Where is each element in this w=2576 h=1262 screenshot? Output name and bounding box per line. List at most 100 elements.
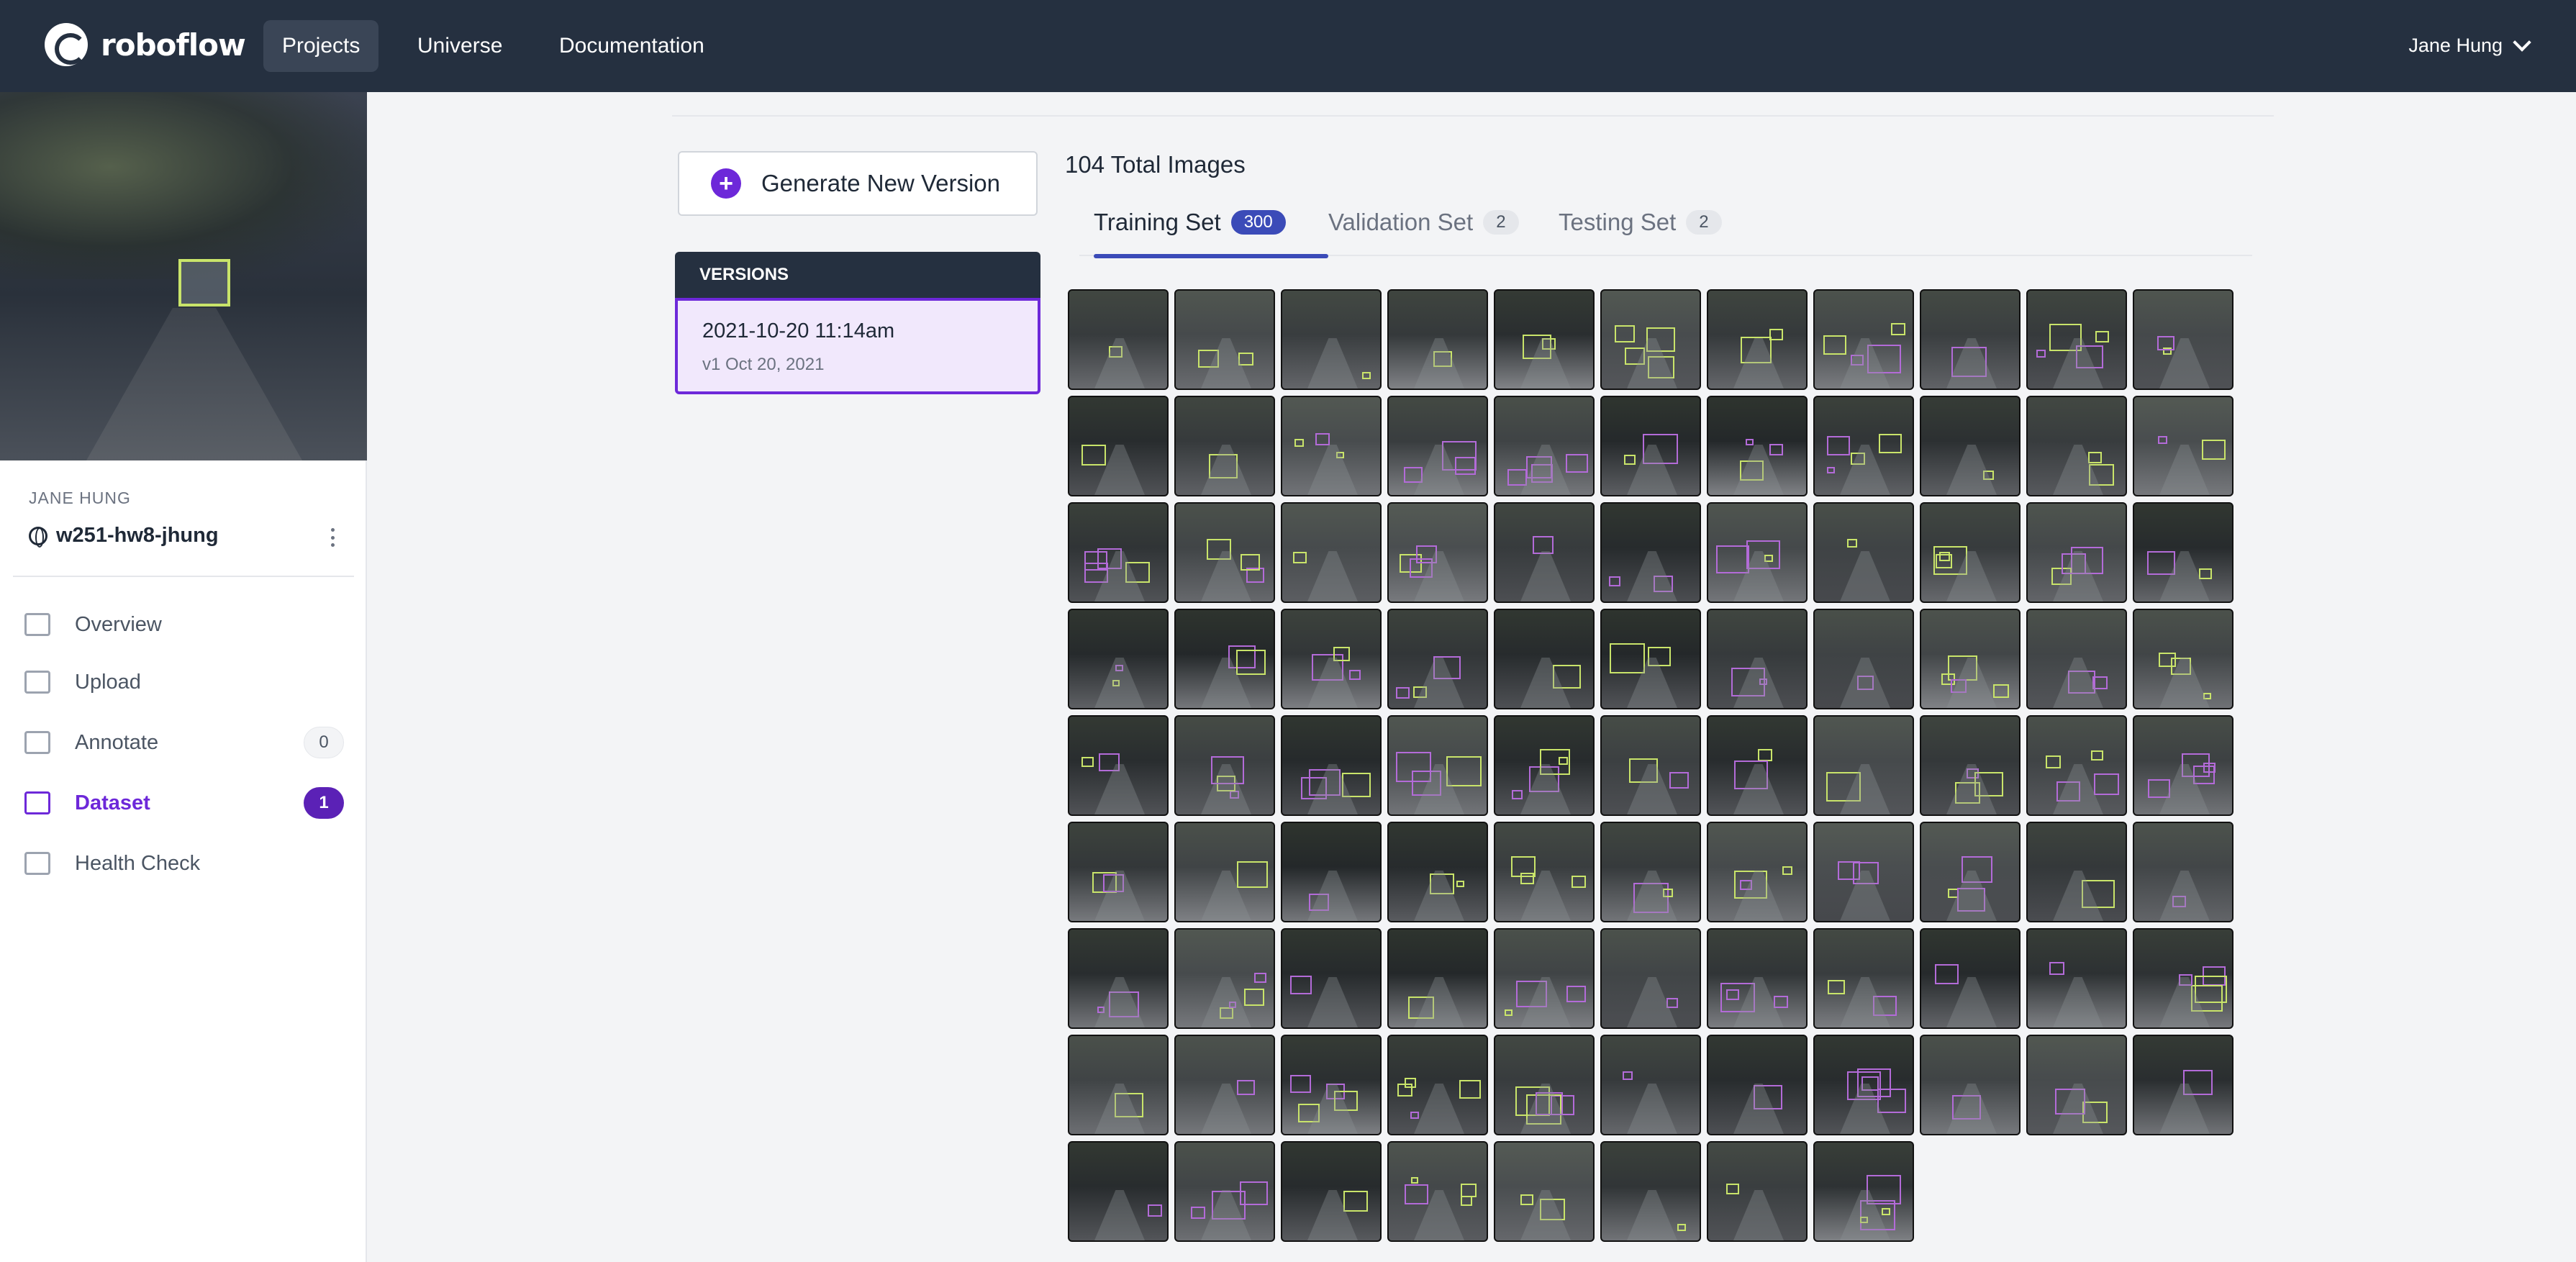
dataset-image-thumbnail[interactable] — [1707, 1035, 1808, 1135]
dataset-image-thumbnail[interactable] — [1174, 1141, 1275, 1242]
dataset-image-thumbnail[interactable] — [1813, 1141, 1914, 1242]
dataset-image-thumbnail[interactable] — [2026, 1035, 2127, 1135]
dataset-image-thumbnail[interactable] — [1600, 822, 1701, 922]
dataset-image-thumbnail[interactable] — [1387, 1035, 1488, 1135]
dataset-image-thumbnail[interactable] — [1387, 396, 1488, 496]
dataset-image-thumbnail[interactable] — [1920, 396, 2021, 496]
dataset-image-thumbnail[interactable] — [1068, 289, 1169, 390]
dataset-image-thumbnail[interactable] — [1600, 1035, 1701, 1135]
dataset-image-thumbnail[interactable] — [1813, 822, 1914, 922]
dataset-image-thumbnail[interactable] — [1813, 396, 1914, 496]
dataset-image-thumbnail[interactable] — [1174, 928, 1275, 1029]
dataset-image-thumbnail[interactable] — [1600, 502, 1701, 603]
dataset-image-thumbnail[interactable] — [1387, 289, 1488, 390]
dataset-image-thumbnail[interactable] — [1707, 396, 1808, 496]
generate-new-version-button[interactable]: + Generate New Version — [678, 151, 1038, 216]
dataset-image-thumbnail[interactable] — [2133, 715, 2233, 816]
dataset-image-thumbnail[interactable] — [1068, 609, 1169, 709]
dataset-image-thumbnail[interactable] — [1813, 502, 1914, 603]
dataset-image-thumbnail[interactable] — [1174, 502, 1275, 603]
dataset-image-thumbnail[interactable] — [1387, 715, 1488, 816]
dataset-image-thumbnail[interactable] — [1707, 502, 1808, 603]
dataset-image-thumbnail[interactable] — [1174, 822, 1275, 922]
dataset-image-thumbnail[interactable] — [1494, 822, 1595, 922]
dataset-image-thumbnail[interactable] — [1707, 928, 1808, 1029]
tab-validation-set[interactable]: Validation Set 2 — [1328, 209, 1519, 256]
dataset-image-thumbnail[interactable] — [1600, 928, 1701, 1029]
tab-testing-set[interactable]: Testing Set 2 — [1559, 209, 1722, 256]
dataset-image-thumbnail[interactable] — [1387, 1141, 1488, 1242]
dataset-image-thumbnail[interactable] — [1707, 822, 1808, 922]
dataset-image-thumbnail[interactable] — [1281, 396, 1382, 496]
dataset-image-thumbnail[interactable] — [1281, 609, 1382, 709]
roboflow-logo[interactable]: roboflow — [45, 23, 246, 66]
dataset-image-thumbnail[interactable] — [1494, 502, 1595, 603]
dataset-image-thumbnail[interactable] — [1174, 1035, 1275, 1135]
dataset-image-thumbnail[interactable] — [1920, 502, 2021, 603]
dataset-image-thumbnail[interactable] — [2133, 396, 2233, 496]
dataset-image-thumbnail[interactable] — [1920, 928, 2021, 1029]
sidebar-item-health-check[interactable]: Health Check — [24, 842, 344, 885]
dataset-image-thumbnail[interactable] — [2026, 715, 2127, 816]
dataset-image-thumbnail[interactable] — [2133, 928, 2233, 1029]
dataset-image-thumbnail[interactable] — [2133, 502, 2233, 603]
dataset-image-thumbnail[interactable] — [1174, 396, 1275, 496]
dataset-image-thumbnail[interactable] — [1707, 1141, 1808, 1242]
dataset-image-thumbnail[interactable] — [1920, 609, 2021, 709]
dataset-image-thumbnail[interactable] — [1600, 609, 1701, 709]
dataset-image-thumbnail[interactable] — [1707, 715, 1808, 816]
dataset-image-thumbnail[interactable] — [1281, 1141, 1382, 1242]
dataset-image-thumbnail[interactable] — [1068, 1035, 1169, 1135]
dataset-image-thumbnail[interactable] — [1281, 715, 1382, 816]
sidebar-item-annotate[interactable]: Annotate 0 — [24, 721, 344, 764]
sidebar-item-overview[interactable]: Overview — [24, 603, 344, 646]
dataset-image-thumbnail[interactable] — [1600, 396, 1701, 496]
dataset-image-thumbnail[interactable] — [1813, 609, 1914, 709]
project-title[interactable]: w251-hw8-jhung — [29, 524, 219, 548]
dataset-image-thumbnail[interactable] — [1387, 822, 1488, 922]
dataset-image-thumbnail[interactable] — [2026, 502, 2127, 603]
dataset-image-thumbnail[interactable] — [1920, 1035, 2021, 1135]
dataset-image-thumbnail[interactable] — [1387, 502, 1488, 603]
dataset-image-thumbnail[interactable] — [1920, 822, 2021, 922]
dataset-image-thumbnail[interactable] — [2133, 609, 2233, 709]
dataset-image-thumbnail[interactable] — [1600, 1141, 1701, 1242]
dataset-image-thumbnail[interactable] — [1174, 609, 1275, 709]
dataset-image-thumbnail[interactable] — [1281, 928, 1382, 1029]
dataset-image-thumbnail[interactable] — [1068, 1141, 1169, 1242]
dataset-image-thumbnail[interactable] — [1068, 715, 1169, 816]
dataset-image-thumbnail[interactable] — [1920, 289, 2021, 390]
dataset-image-thumbnail[interactable] — [2026, 396, 2127, 496]
dataset-image-thumbnail[interactable] — [1494, 1035, 1595, 1135]
dataset-image-thumbnail[interactable] — [1174, 715, 1275, 816]
dataset-image-thumbnail[interactable] — [1068, 502, 1169, 603]
dataset-image-thumbnail[interactable] — [1281, 1035, 1382, 1135]
user-menu[interactable]: Jane Hung — [2408, 32, 2531, 57]
dataset-image-thumbnail[interactable] — [2133, 822, 2233, 922]
dataset-image-thumbnail[interactable] — [1813, 289, 1914, 390]
dataset-image-thumbnail[interactable] — [1281, 822, 1382, 922]
dataset-image-thumbnail[interactable] — [1387, 609, 1488, 709]
dataset-image-thumbnail[interactable] — [1281, 502, 1382, 603]
dataset-image-thumbnail[interactable] — [1920, 715, 2021, 816]
dataset-image-thumbnail[interactable] — [1387, 928, 1488, 1029]
version-card[interactable]: 2021-10-20 11:14am v1 Oct 20, 2021 — [675, 298, 1040, 394]
dataset-image-thumbnail[interactable] — [1068, 396, 1169, 496]
dataset-image-thumbnail[interactable] — [2133, 1035, 2233, 1135]
sidebar-item-upload[interactable]: Upload — [24, 660, 344, 704]
dataset-image-thumbnail[interactable] — [1494, 396, 1595, 496]
dataset-image-thumbnail[interactable] — [1174, 289, 1275, 390]
nav-documentation[interactable]: Documentation — [540, 20, 723, 72]
nav-projects[interactable]: Projects — [263, 20, 379, 72]
nav-universe[interactable]: Universe — [399, 20, 521, 72]
dataset-image-thumbnail[interactable] — [1494, 1141, 1595, 1242]
dataset-image-thumbnail[interactable] — [1600, 715, 1701, 816]
dataset-image-thumbnail[interactable] — [2026, 928, 2127, 1029]
dataset-image-thumbnail[interactable] — [1707, 289, 1808, 390]
dataset-image-thumbnail[interactable] — [1813, 1035, 1914, 1135]
dataset-image-thumbnail[interactable] — [2026, 289, 2127, 390]
dataset-image-thumbnail[interactable] — [1494, 289, 1595, 390]
dataset-image-thumbnail[interactable] — [1494, 609, 1595, 709]
more-options-icon[interactable] — [331, 528, 335, 547]
dataset-image-thumbnail[interactable] — [1068, 822, 1169, 922]
